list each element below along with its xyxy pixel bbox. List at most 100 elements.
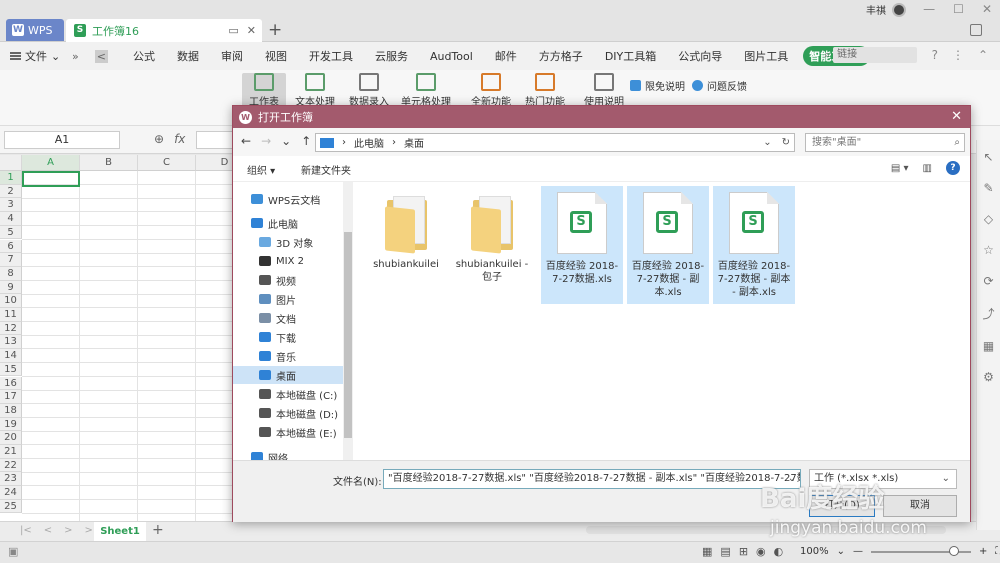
tab-close-icon[interactable]: ✕ — [247, 24, 256, 37]
star-icon[interactable]: ☆ — [983, 243, 994, 257]
row-header[interactable]: 7 — [0, 253, 22, 267]
menu-developer[interactable]: 开发工具 — [298, 48, 364, 64]
free-info-button[interactable]: 限免说明 — [630, 78, 685, 93]
organize-button[interactable]: 组织 ▾ — [247, 162, 275, 177]
menu-fangfang[interactable]: 方方格子 — [528, 48, 594, 64]
folder-item[interactable]: shubiankuilei — [365, 186, 447, 304]
dialog-search-input[interactable]: 搜索"桌面" ⌕ — [805, 133, 965, 152]
row-header[interactable]: 24 — [0, 486, 22, 500]
nav-music[interactable]: 音乐 — [233, 347, 343, 365]
name-box[interactable]: A1 — [4, 131, 120, 149]
up-arrow-icon[interactable]: ↑ — [301, 134, 311, 148]
pointer-icon[interactable]: ↖ — [983, 150, 993, 164]
file-item[interactable]: S 百度经验 2018-7-27数据.xls — [541, 186, 623, 304]
row-header[interactable]: 9 — [0, 280, 22, 295]
recent-chevron-icon[interactable]: ⌄ — [281, 134, 291, 148]
nav-videos[interactable]: 视频 — [233, 271, 343, 289]
filename-input[interactable]: "百度经验2018-7-27数据.xls" "百度经验2018-7-27数据 -… — [383, 469, 801, 489]
row-header[interactable]: 14 — [0, 349, 22, 363]
row-header[interactable]: 2 — [0, 184, 22, 199]
page-layout-icon[interactable]: ▤ — [720, 545, 730, 558]
new-tab-button[interactable]: + — [268, 20, 282, 40]
refresh-icon[interactable]: ↻ — [782, 137, 790, 148]
menu-data[interactable]: 数据 — [166, 48, 210, 64]
zoom-out-icon[interactable]: — — [853, 546, 863, 557]
document-tab[interactable]: S 工作簿16 ▭ ✕ — [66, 19, 262, 42]
share-icon[interactable]: ⤴ — [982, 305, 994, 322]
zoom-level[interactable]: 100% — [800, 546, 829, 557]
zoom-thumb[interactable] — [948, 545, 959, 556]
add-sheet-button[interactable]: + — [152, 522, 164, 538]
folder-item[interactable]: shubiankuilei - 包子 — [451, 186, 533, 304]
style-icon[interactable]: ✎ — [983, 181, 993, 195]
grid-tools-icon[interactable]: ▦ — [983, 339, 994, 353]
file-item[interactable]: S 百度经验 2018-7-27数据 - 副本 - 副本.xls — [713, 186, 795, 304]
ribbon-worksheet-button[interactable]: 工作表 — [242, 73, 286, 109]
nav-mix2[interactable]: MIX 2 — [233, 252, 343, 270]
nav-pictures[interactable]: 图片 — [233, 290, 343, 308]
ribbon-new-features-button[interactable]: 全新功能 — [466, 73, 516, 109]
menu-diy-toolbox[interactable]: DIY工具箱 — [594, 48, 667, 64]
menu-formula[interactable]: 公式 — [122, 48, 166, 64]
backup-icon[interactable]: ⟳ — [983, 274, 993, 288]
user-account[interactable]: 丰祺 — [866, 2, 906, 17]
tab-float-icon[interactable]: ▭ — [228, 24, 238, 37]
column-header[interactable]: A — [22, 155, 80, 171]
row-header[interactable]: 4 — [0, 212, 22, 226]
nav-downloads[interactable]: 下载 — [233, 328, 343, 346]
menu-view[interactable]: 视图 — [254, 48, 298, 64]
macro-icon[interactable]: ▣ — [8, 545, 18, 558]
row-header[interactable]: 20 — [0, 431, 22, 445]
row-header[interactable]: 11 — [0, 308, 22, 322]
menu-audtool[interactable]: AudTool — [419, 50, 484, 63]
fx-icon[interactable]: fx — [174, 132, 185, 146]
address-dropdown-icon[interactable]: ⌄ — [763, 137, 771, 148]
formula-input[interactable] — [196, 131, 236, 149]
column-header[interactable]: B — [80, 155, 138, 171]
scroll-thumb[interactable] — [344, 232, 352, 438]
ribbon-manual-button[interactable]: 使用说明 — [580, 73, 628, 109]
eye-protection-icon[interactable]: ◐ — [774, 545, 784, 558]
ribbon-hot-features-button[interactable]: 热门功能 — [520, 73, 570, 109]
first-sheet-icon[interactable]: |< — [20, 525, 32, 536]
more-menus-icon[interactable]: » — [72, 50, 79, 63]
nav-drive-e[interactable]: 本地磁盘 (E:) — [233, 423, 343, 441]
menu-search[interactable]: ⌕ 链接 — [824, 47, 918, 63]
nav-documents[interactable]: 文档 — [233, 309, 343, 327]
spreadsheet-grid[interactable]: A B C D 1 2 3 4 5 6 7 8 9 10 11 12 13 14 15 16 17 18 19 20 21 22 2… — [0, 155, 232, 521]
wps-home-tab[interactable]: W WPS — [6, 19, 64, 41]
menu-mail[interactable]: 邮件 — [484, 48, 528, 64]
ribbon-text-button[interactable]: 文本处理 — [290, 73, 340, 109]
menu-review[interactable]: 审阅 — [210, 48, 254, 64]
reading-mode-icon[interactable]: ◉ — [756, 545, 766, 558]
active-cell[interactable] — [22, 171, 80, 187]
row-header[interactable]: 12 — [0, 321, 22, 336]
navigation-pane[interactable]: WPS云文档 此电脑 3D 对象 MIX 2 视频 图片 文档 下载 音乐 桌面 本地磁盘 (C:)… — [233, 182, 355, 465]
zoom-in-icon[interactable]: + — [979, 546, 987, 557]
normal-view-icon[interactable]: ▦ — [702, 545, 712, 558]
row-header[interactable]: 5 — [0, 225, 22, 240]
column-header[interactable]: C — [138, 155, 196, 171]
zoom-chevron-icon[interactable]: ⌄ — [837, 546, 845, 557]
next-sheet-icon[interactable]: > — [64, 525, 72, 536]
fullscreen-icon[interactable]: ⛶ — [995, 546, 1000, 557]
file-item[interactable]: S 百度经验 2018-7-27数据 - 副本.xls — [627, 186, 709, 304]
row-header[interactable]: 23 — [0, 472, 22, 487]
feedback-button[interactable]: 问题反馈 — [692, 78, 747, 93]
page-break-icon[interactable]: ⊞ — [739, 545, 748, 558]
nav-wps-cloud[interactable]: WPS云文档 — [233, 190, 343, 208]
minimize-icon[interactable]: — — [923, 2, 935, 16]
breadcrumb-desktop[interactable]: 桌面 — [404, 135, 424, 150]
row-header[interactable]: 22 — [0, 458, 22, 473]
forward-arrow-icon[interactable]: → — [261, 134, 271, 148]
ribbon-cell-button[interactable]: 单元格处理 — [398, 73, 454, 109]
preview-pane-icon[interactable]: ▥ — [923, 163, 932, 174]
row-header[interactable]: 15 — [0, 362, 22, 377]
row-header[interactable]: 10 — [0, 294, 22, 308]
shape-icon[interactable]: ◇ — [984, 212, 993, 226]
row-header[interactable]: 3 — [0, 198, 22, 213]
row-header[interactable]: 18 — [0, 403, 22, 418]
nav-this-pc[interactable]: 此电脑 — [233, 214, 343, 232]
menu-picture-tools[interactable]: 图片工具 — [733, 48, 799, 64]
back-arrow-icon[interactable]: ← — [241, 134, 251, 148]
